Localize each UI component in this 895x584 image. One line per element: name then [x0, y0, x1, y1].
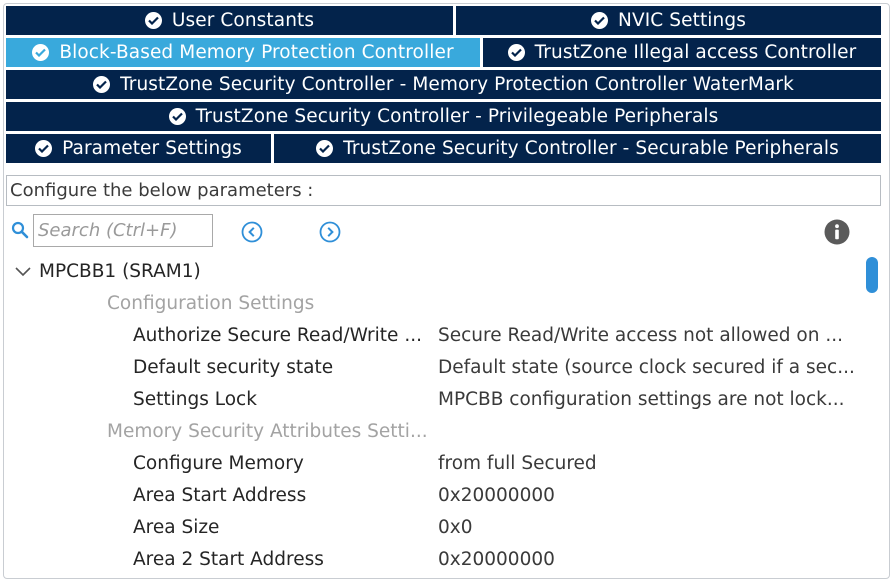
param-label: Settings Lock: [133, 389, 257, 410]
tab-label: Block-Based Memory Protection Controller: [59, 42, 454, 63]
param-row-area-2-start-address[interactable]: Area 2 Start Address 0x20000000: [4, 544, 864, 576]
tab-label: TrustZone Security Controller - Privileg…: [195, 106, 719, 127]
tree-root-mpcbb1[interactable]: MPCBB1 (SRAM1): [4, 256, 404, 288]
param-value[interactable]: 0x0: [438, 512, 862, 544]
param-value[interactable]: Default state (source clock secured if a…: [438, 352, 862, 384]
check-circle-icon: [507, 44, 525, 61]
search-input[interactable]: [33, 214, 213, 247]
tab-nvic-settings[interactable]: NVIC Settings: [456, 6, 881, 35]
param-label: Authorize Secure Read/Write ...: [133, 325, 422, 346]
configuration-panel: User Constants NVIC Settings Block-Based…: [3, 3, 890, 579]
tab-label: User Constants: [171, 10, 315, 31]
tab-trustzone-illegal-access-controller[interactable]: TrustZone Illegal access Controller: [483, 38, 881, 67]
check-circle-icon: [35, 140, 53, 157]
tab-block-based-memory-protection-controller[interactable]: Block-Based Memory Protection Controller: [6, 38, 480, 67]
group-title-configuration-settings: Configuration Settings: [107, 293, 315, 314]
tab-label: TrustZone Security Controller - Securabl…: [343, 138, 839, 159]
tab-user-constants[interactable]: User Constants: [6, 6, 453, 35]
vertical-scrollbar-thumb[interactable]: [866, 257, 878, 293]
tab-row-3: TrustZone Security Controller - Memory P…: [6, 70, 881, 99]
param-label: Area Start Address: [133, 485, 307, 506]
tab-tzsc-mpc-watermark[interactable]: TrustZone Security Controller - Memory P…: [6, 70, 881, 99]
description-text: Configure the below parameters :: [6, 175, 881, 206]
check-circle-icon: [144, 12, 162, 29]
group-title-memory-security-attributes: Memory Security Attributes Setti...: [107, 421, 428, 442]
tab-label: Parameter Settings: [62, 138, 242, 159]
param-label: Configure Memory: [133, 453, 304, 474]
tab-row-1: User Constants NVIC Settings: [6, 6, 881, 35]
param-row-configure-memory[interactable]: Configure Memory from full Secured: [4, 448, 864, 480]
check-circle-icon: [93, 76, 111, 93]
tab-label: NVIC Settings: [618, 10, 746, 31]
search-toolbar: [4, 211, 884, 251]
param-label: Area 2 Start Address: [133, 549, 324, 570]
param-value[interactable]: 0x20000000: [438, 544, 862, 576]
param-row-authorize-secure-rw[interactable]: Authorize Secure Read/Write ... Secure R…: [4, 320, 864, 352]
param-label: Default security state: [133, 357, 334, 378]
tab-tzsc-privilegeable-peripherals[interactable]: TrustZone Security Controller - Privileg…: [6, 102, 881, 131]
check-circle-icon: [591, 12, 609, 29]
tab-row-2: Block-Based Memory Protection Controller…: [6, 38, 881, 67]
param-row-area-start-address[interactable]: Area Start Address 0x20000000: [4, 480, 864, 512]
circle-chevron-right-icon[interactable]: [319, 221, 341, 243]
param-row-area-size[interactable]: Area Size 0x0: [4, 512, 864, 544]
tree-root-label: MPCBB1 (SRAM1): [39, 261, 201, 282]
param-row-settings-lock[interactable]: Settings Lock MPCBB configuration settin…: [4, 384, 864, 416]
info-icon[interactable]: [824, 219, 850, 245]
tab-parameter-settings[interactable]: Parameter Settings: [6, 134, 271, 163]
tab-row-4: TrustZone Security Controller - Privileg…: [6, 102, 881, 131]
check-circle-icon: [316, 140, 334, 157]
param-value[interactable]: MPCBB configuration settings are not loc…: [438, 384, 862, 416]
tab-row-5: Parameter Settings TrustZone Security Co…: [6, 134, 881, 163]
tab-label: TrustZone Illegal access Controller: [534, 42, 857, 63]
search-icon[interactable]: [11, 221, 29, 239]
param-value[interactable]: 0x20000000: [438, 480, 862, 512]
circle-chevron-left-icon[interactable]: [241, 221, 263, 243]
tab-tzsc-securable-peripherals[interactable]: TrustZone Security Controller - Securabl…: [274, 134, 881, 163]
tab-label: TrustZone Security Controller - Memory P…: [120, 74, 794, 95]
param-label: Area Size: [133, 517, 220, 538]
param-value[interactable]: Secure Read/Write access not allowed on …: [438, 320, 862, 352]
chevron-down-icon[interactable]: [14, 266, 32, 278]
check-circle-icon: [32, 44, 50, 61]
check-circle-icon: [168, 108, 186, 125]
param-value[interactable]: from full Secured: [438, 448, 862, 480]
param-row-default-security-state[interactable]: Default security state Default state (so…: [4, 352, 864, 384]
